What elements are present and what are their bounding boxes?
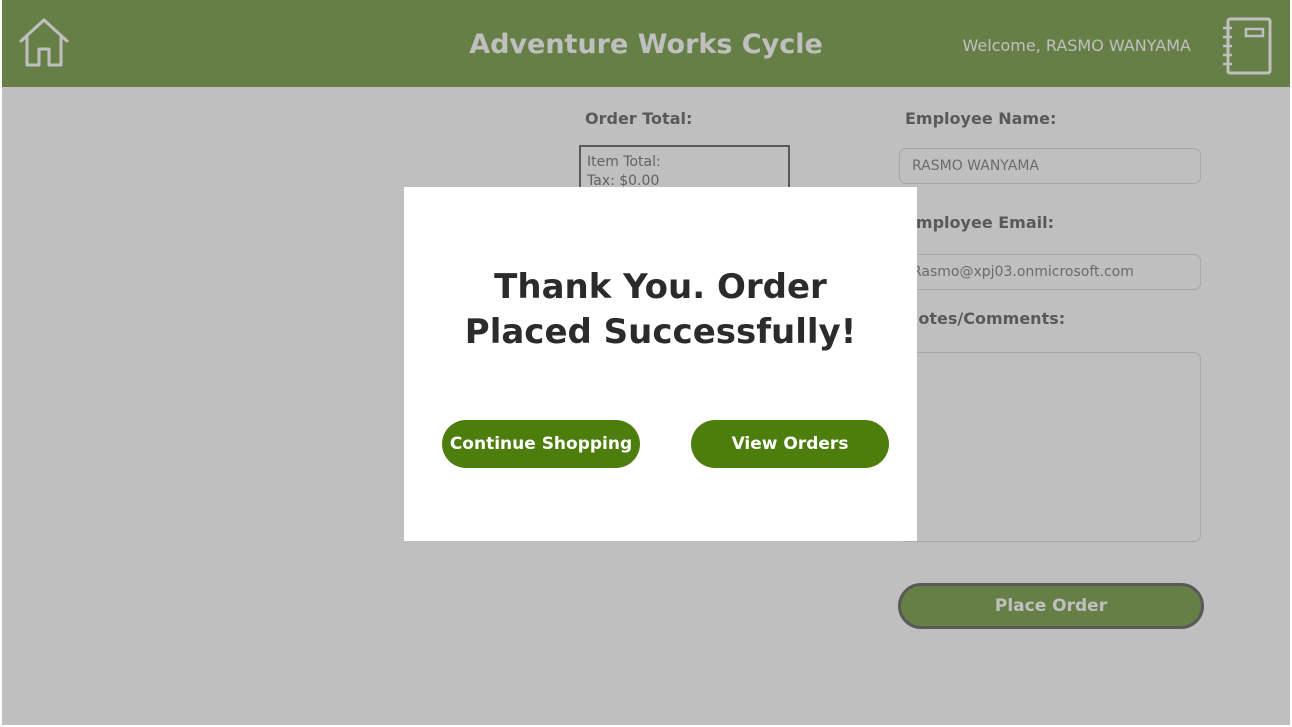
app-screen: Adventure Works Cycle Welcome, RASMO WAN… bbox=[2, 0, 1290, 725]
view-orders-button[interactable]: View Orders bbox=[691, 420, 889, 468]
continue-shopping-button[interactable]: Continue Shopping bbox=[442, 420, 640, 468]
success-message-line2: Placed Successfully! bbox=[464, 312, 857, 352]
success-message: Thank You. Order Placed Successfully! bbox=[404, 265, 917, 355]
success-message-line1: Thank You. Order bbox=[494, 267, 827, 307]
success-dialog: Thank You. Order Placed Successfully! Co… bbox=[404, 187, 917, 541]
